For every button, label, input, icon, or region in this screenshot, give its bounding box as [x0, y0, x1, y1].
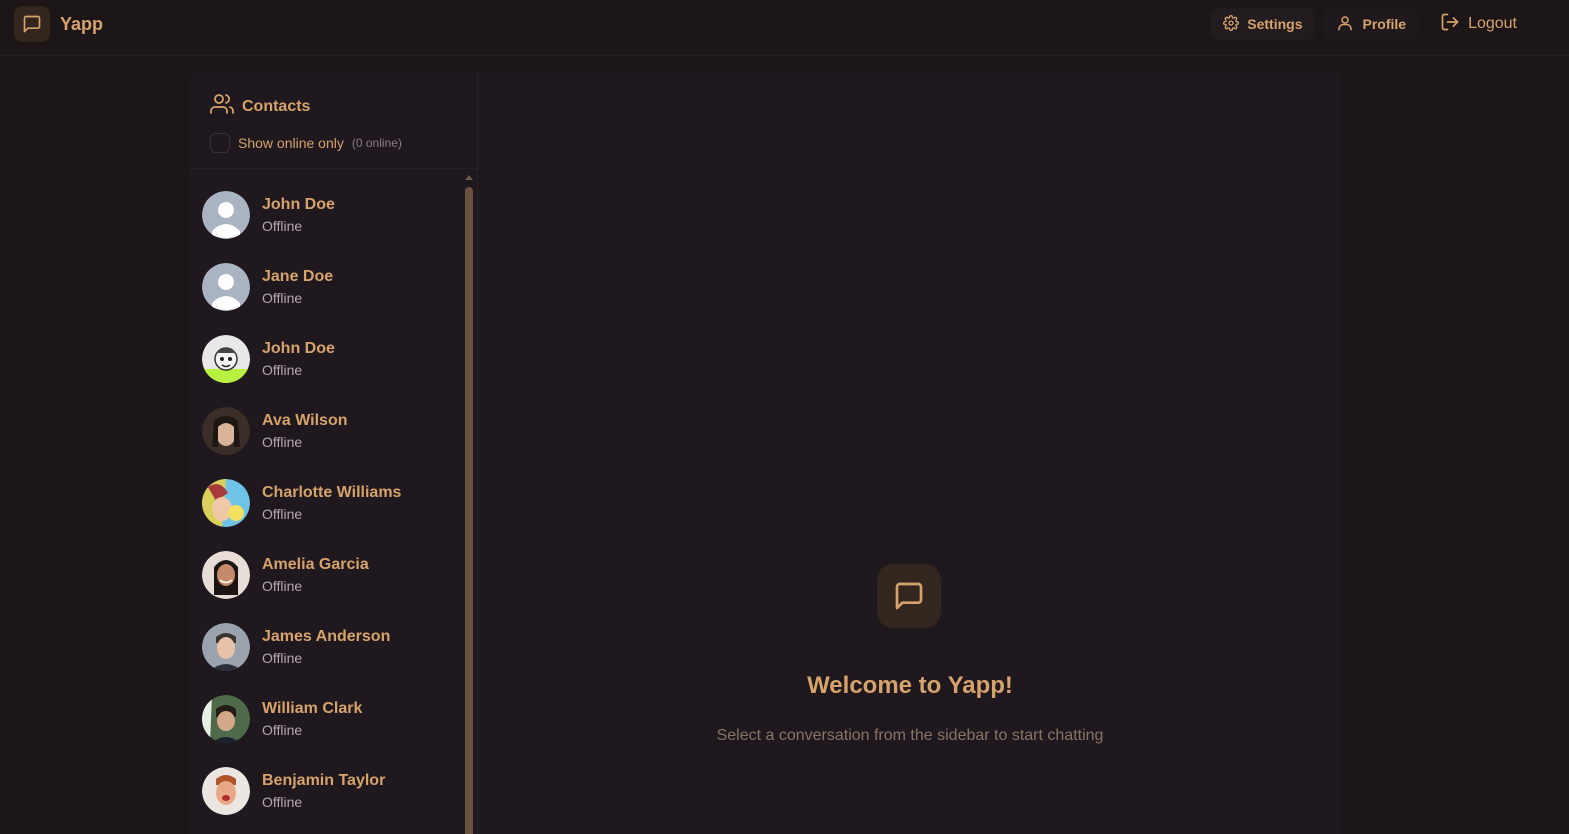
avatar [202, 623, 250, 671]
chat-bubble-icon [14, 6, 50, 42]
app-name: Yapp [60, 13, 104, 34]
welcome-subtitle: Select a conversation from the sidebar t… [716, 727, 1104, 744]
scrollbar[interactable] [465, 175, 473, 834]
avatar [202, 263, 250, 311]
contact-status: Offline [262, 722, 303, 738]
contact-name: James Anderson [262, 628, 391, 645]
online-filter: Show online only (0 online) [210, 133, 457, 153]
contact-item[interactable]: Benjamin Taylor Offline [190, 755, 478, 827]
show-online-checkbox[interactable] [210, 133, 230, 153]
contact-name: John Doe [262, 196, 335, 213]
contact-status: Offline [262, 362, 303, 378]
avatar [202, 551, 250, 599]
profile-label: Profile [1362, 16, 1407, 32]
contact-status: Offline [262, 506, 303, 522]
contact-status: Offline [262, 794, 303, 810]
contact-name: Amelia Garcia [262, 556, 369, 573]
profile-button[interactable]: Profile [1324, 8, 1419, 40]
settings-button[interactable]: Settings [1211, 8, 1315, 40]
settings-label: Settings [1247, 16, 1303, 32]
contact-item[interactable]: William Clark Offline [190, 683, 478, 755]
avatar [202, 407, 250, 455]
contact-list: John Doe Offline Jane Doe Offline John D… [190, 169, 478, 834]
logout-icon [1440, 12, 1460, 37]
users-icon [210, 92, 234, 121]
contact-item[interactable]: James Anderson Offline [190, 611, 478, 683]
logout-button[interactable]: Logout [1428, 8, 1529, 40]
avatar [202, 767, 250, 815]
contact-item[interactable]: Amelia Garcia Offline [190, 539, 478, 611]
gear-icon [1223, 14, 1240, 34]
sidebar-header: Contacts Show online only (0 online) [190, 72, 477, 169]
avatar [202, 191, 250, 239]
avatar [202, 479, 250, 527]
contact-status: Offline [262, 650, 303, 666]
scrollbar-thumb[interactable] [465, 187, 473, 834]
contact-item[interactable]: John Doe Offline [190, 179, 478, 251]
contact-name: Jane Doe [262, 268, 334, 285]
contacts-title: Contacts [242, 97, 311, 115]
contact-item[interactable]: John Doe Offline [190, 323, 478, 395]
scroll-up-arrow-icon[interactable] [465, 175, 473, 180]
brand[interactable]: Yapp [14, 6, 103, 42]
chat-shell: Contacts Show online only (0 online) Joh… [190, 72, 1342, 834]
welcome-pane: Welcome to Yapp! Select a conversation f… [478, 72, 1342, 834]
contact-status: Offline [262, 290, 303, 306]
contact-item[interactable]: Ava Wilson Offline [190, 395, 478, 467]
chat-bubble-icon [877, 564, 941, 628]
contact-name: Benjamin Taylor [262, 772, 386, 789]
contact-status: Offline [262, 434, 303, 450]
navbar: Yapp Settings Profile Logout [0, 0, 1569, 56]
contact-name: Ava Wilson [262, 412, 348, 429]
avatar [202, 335, 250, 383]
contact-name: John Doe [262, 340, 335, 357]
contact-status: Offline [262, 578, 303, 594]
logout-label: Logout [1468, 15, 1517, 32]
nav-actions: Settings Profile Logout [1211, 8, 1529, 40]
contact-status: Offline [262, 218, 303, 234]
online-count: (0 online) [351, 136, 402, 150]
avatar [202, 695, 250, 743]
contact-item[interactable]: Jane Doe Offline [190, 251, 478, 323]
show-online-label[interactable]: Show online only [238, 135, 344, 151]
contact-item[interactable]: Charlotte Williams Offline [190, 467, 478, 539]
welcome-title: Welcome to Yapp! [807, 672, 1013, 699]
contact-name: William Clark [262, 700, 363, 717]
sidebar: Contacts Show online only (0 online) Joh… [190, 72, 478, 834]
contacts-heading: Contacts [210, 92, 457, 121]
user-icon [1336, 14, 1354, 35]
contact-name: Charlotte Williams [262, 484, 402, 501]
